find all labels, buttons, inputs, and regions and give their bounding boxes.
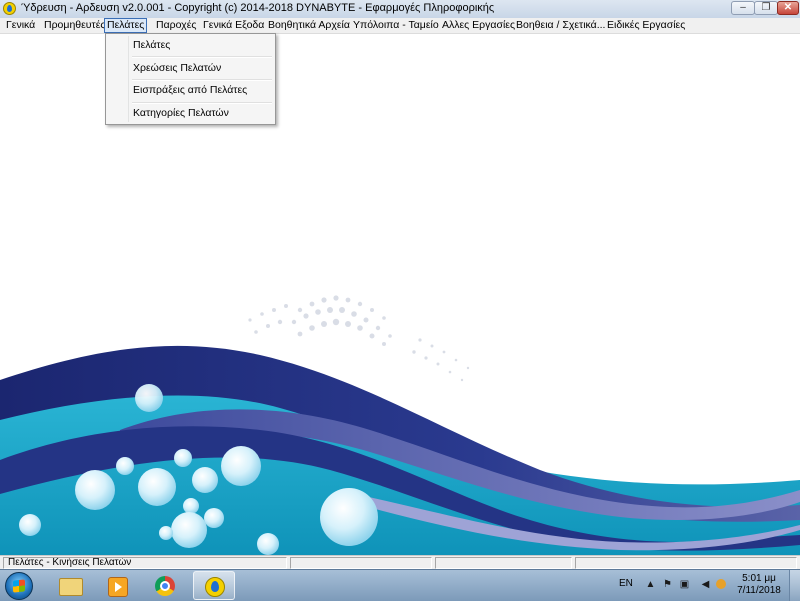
menu-item-label: Χρεώσεις Πελατών	[133, 62, 222, 74]
media-player-icon	[108, 577, 128, 597]
volume-icon[interactable]: ◀	[700, 579, 711, 590]
menu-supplies[interactable]: Παροχές	[154, 18, 198, 33]
status-panel-2	[290, 557, 432, 569]
water-drop-app-icon[interactable]	[3, 2, 16, 15]
menu-bar: Γενικά Προμηθευτές Πελάτες Παροχές Γενικ…	[0, 18, 800, 34]
start-button[interactable]	[5, 572, 33, 600]
clock-time: 5:01 μμ	[742, 573, 776, 584]
taskbar-media-player-button[interactable]	[97, 571, 139, 600]
menu-other-tasks[interactable]: Αλλες Εργασίες	[440, 18, 517, 33]
show-desktop-button[interactable]	[789, 570, 800, 601]
minimize-button[interactable]: –	[731, 1, 755, 15]
menu-general-expenses[interactable]: Γενικά Εξοδα	[201, 18, 266, 33]
windows-explorer-icon	[59, 578, 83, 596]
show-hidden-icons-icon[interactable]: ▲	[645, 579, 656, 590]
menu-item-label: Πελάτες	[133, 39, 171, 51]
menu-suppliers[interactable]: Προμηθευτές	[42, 18, 107, 33]
wave-background-graphic	[0, 295, 800, 555]
menu-item-label: Κατηγορίες Πελατών	[133, 107, 229, 119]
taskbar-explorer-button[interactable]	[50, 571, 92, 600]
water-app-icon	[205, 577, 225, 597]
status-panel-4	[575, 557, 797, 569]
status-bar: Πελάτες - Κινήσεις Πελατών	[0, 555, 800, 570]
menu-item-customers[interactable]: Πελάτες	[108, 35, 273, 55]
customers-dropdown-menu: Πελάτες Χρεώσεις Πελατών Εισπράξεις από …	[105, 33, 276, 125]
network-icon[interactable]: ▣	[679, 579, 690, 590]
menu-item-customer-categories[interactable]: Κατηγορίες Πελατών	[108, 103, 273, 123]
window-title: Ύδρευση - Αρδευση v2.0.001 - Copyright (…	[21, 2, 495, 14]
menu-special-tasks[interactable]: Ειδικές Εργασίες	[605, 18, 687, 33]
taskbar-chrome-button[interactable]	[145, 571, 187, 600]
menu-balances-cash[interactable]: Υπόλοιπα - Ταμείο	[351, 18, 441, 33]
language-indicator[interactable]: EN	[619, 578, 633, 589]
menu-general[interactable]: Γενικά	[4, 18, 37, 33]
menu-help-about[interactable]: Βοηθεια / Σχετικά...	[514, 18, 607, 33]
chrome-icon	[155, 576, 175, 596]
app-tray-icon[interactable]	[716, 579, 726, 589]
close-button[interactable]: ✕	[777, 1, 799, 15]
clock-date: 7/11/2018	[737, 585, 781, 596]
taskbar-water-app-button[interactable]	[193, 571, 235, 600]
windows-taskbar: EN ▲ ⚑ ▣ ◀ 5:01 μμ 7/11/2018	[0, 569, 800, 601]
menu-customers[interactable]: Πελάτες	[104, 18, 148, 33]
title-bar: Ύδρευση - Αρδευση v2.0.001 - Copyright (…	[0, 0, 800, 19]
system-clock[interactable]: 5:01 μμ 7/11/2018	[735, 573, 783, 597]
maximize-button[interactable]: ❐	[754, 1, 778, 15]
menu-auxiliary-files[interactable]: Βοηθητικά Αρχεία	[266, 18, 352, 33]
status-panel-message: Πελάτες - Κινήσεις Πελατών	[3, 557, 287, 569]
action-center-flag-icon[interactable]: ⚑	[662, 579, 673, 590]
status-panel-3	[435, 557, 572, 569]
menu-item-label: Εισπράξεις από Πελάτες	[133, 84, 248, 96]
menu-item-customer-charges[interactable]: Χρεώσεις Πελατών	[108, 58, 273, 78]
menu-item-customer-receipts[interactable]: Εισπράξεις από Πελάτες	[108, 80, 273, 100]
